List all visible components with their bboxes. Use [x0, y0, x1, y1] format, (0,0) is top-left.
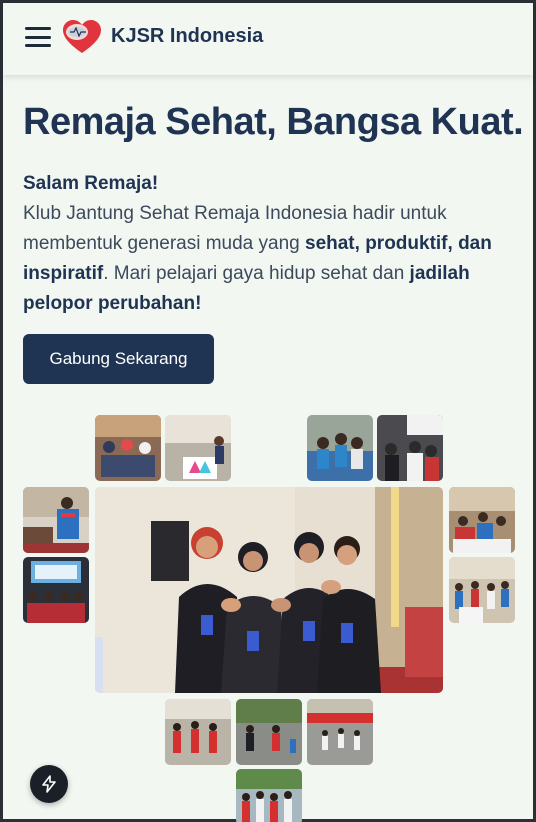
brand-name[interactable]: KJSR Indonesia — [111, 25, 263, 48]
photo-indoor-workshop — [449, 487, 515, 553]
photo-presenter-stage — [165, 415, 231, 481]
greeting: Salam Remaja! — [23, 173, 159, 194]
photo-outdoor-group — [236, 769, 302, 822]
photo-outdoor-exercise-2 — [236, 699, 302, 765]
photo-speaker-podium — [23, 487, 89, 553]
site-header: KJSR Indonesia — [3, 3, 533, 75]
photo-outdoor-exercise-3 — [307, 699, 373, 765]
join-now-button[interactable]: Gabung Sekarang — [23, 334, 214, 384]
photo-audience-seated — [95, 415, 161, 481]
photo-crowd-event — [377, 415, 443, 481]
photo-classroom-screen — [23, 557, 89, 623]
heart-logo-icon[interactable] — [61, 19, 103, 57]
hero-intro: Salam Remaja! Klub Jantung Sehat Remaja … — [23, 169, 523, 319]
lightning-bolt-icon[interactable] — [30, 765, 68, 803]
photo-group-blue-shirts — [307, 415, 373, 481]
photo-outdoor-exercise-1 — [165, 699, 231, 765]
photo-main-group-heart-hands — [95, 487, 443, 693]
hamburger-menu-icon[interactable] — [25, 27, 51, 47]
hero-title: Remaja Sehat, Bangsa Kuat. — [23, 101, 524, 143]
photo-students-activity — [449, 557, 515, 623]
intro-text-2: . Mari pelajari gaya hidup sehat dan — [103, 263, 410, 284]
